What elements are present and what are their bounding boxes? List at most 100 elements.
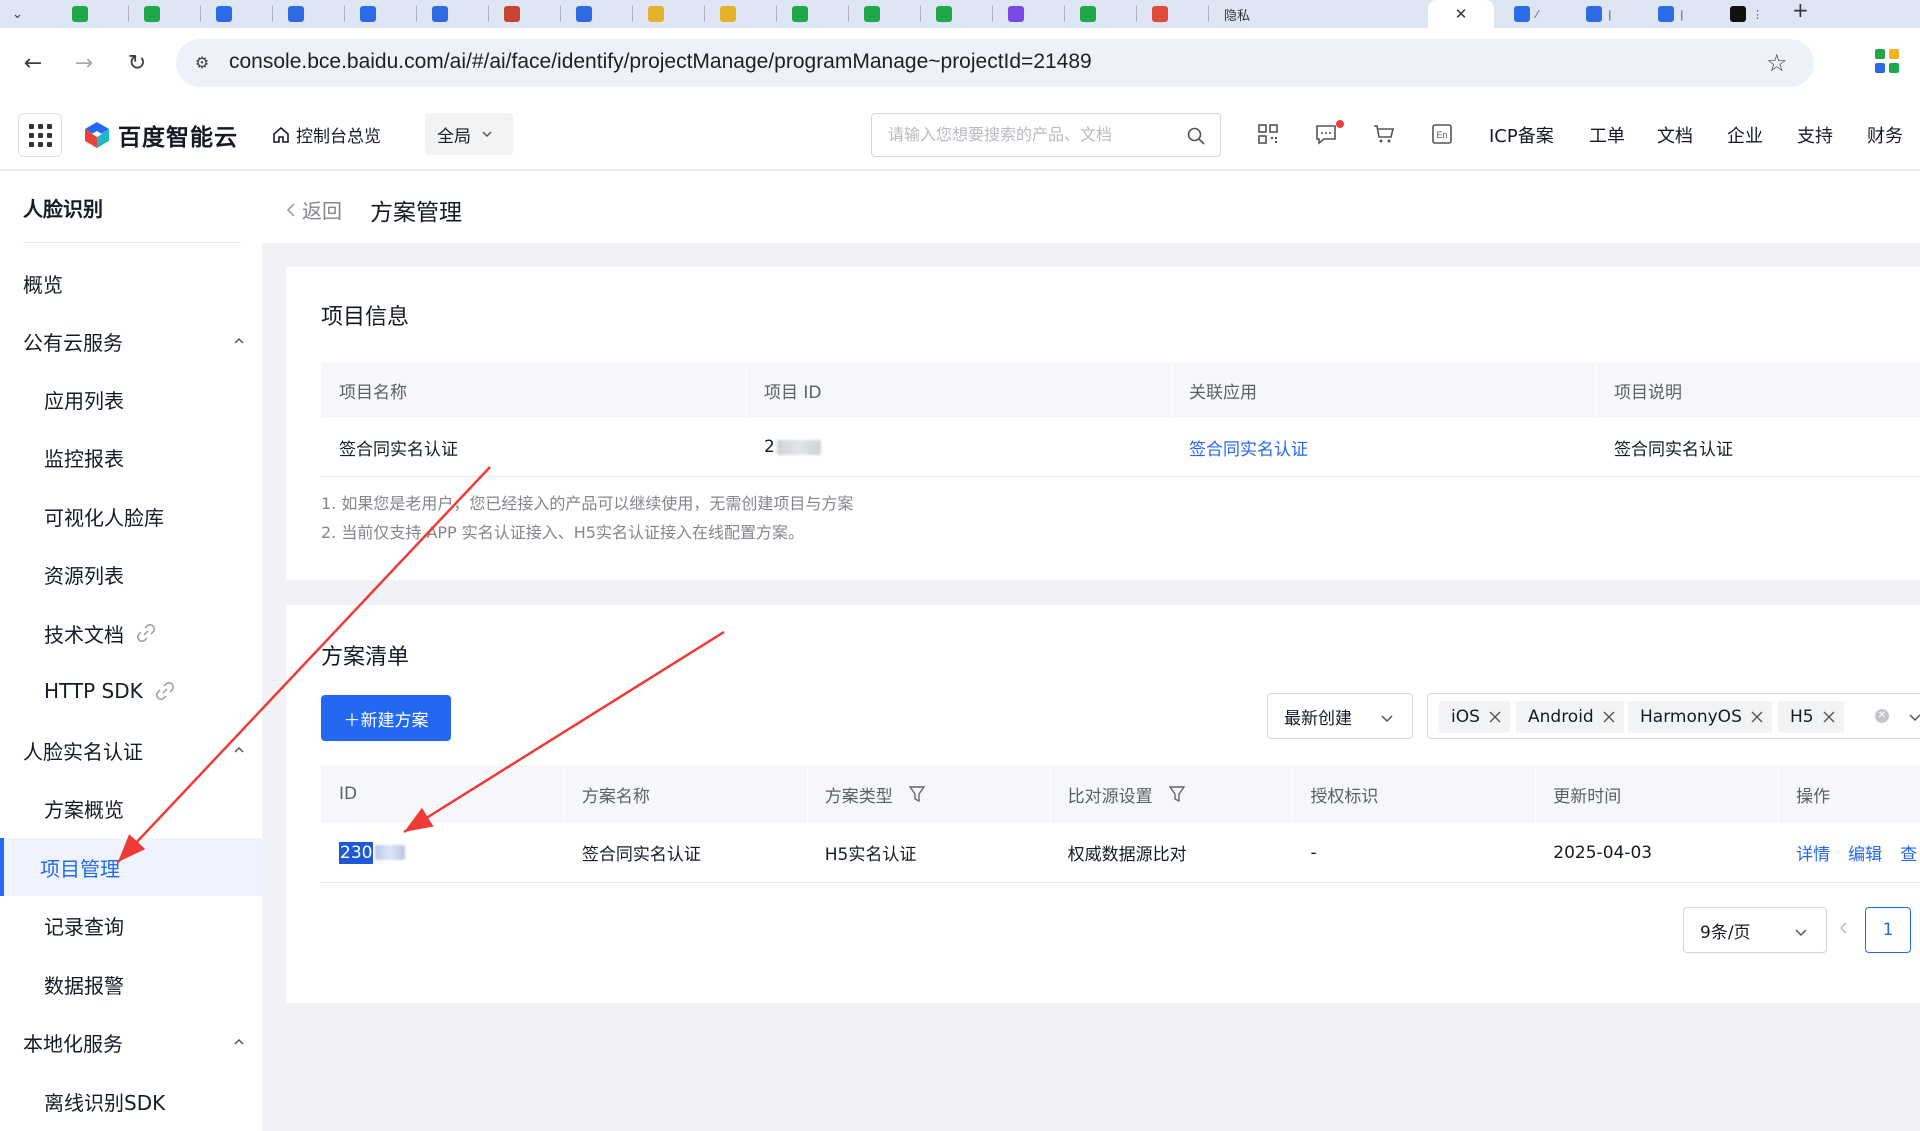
browser-tab[interactable] [922,0,958,28]
column-label: 比对源设置 [1067,786,1153,807]
browser-tab[interactable] [490,0,526,28]
browser-tab[interactable] [1138,0,1174,28]
prev-page-icon[interactable] [1834,918,1854,938]
qrcode-icon[interactable] [1256,122,1280,146]
cart-icon[interactable] [1372,122,1396,146]
app-tab-icon [504,6,520,22]
browser-tab[interactable] [778,0,814,28]
back-icon[interactable]: ← [18,48,48,78]
close-icon[interactable] [1488,710,1502,724]
notification-dot [1336,120,1344,128]
browser-tab[interactable] [1066,0,1102,28]
topbar-link-docs[interactable]: 文档 [1657,122,1693,148]
browser-tab[interactable] [562,0,598,28]
linked-app-link[interactable]: 签合同实名认证 [1171,418,1596,476]
sidebar-item-label: 本地化服务 [23,1031,123,1056]
sidebar-item-http-sdk[interactable]: HTTP SDK [0,662,262,720]
sidebar-item-records[interactable]: 记录查询 [0,896,262,954]
region-label: 全局 [437,126,471,147]
topbar-link-icp[interactable]: ICP备案 [1489,122,1554,148]
sidebar-group-face-realname[interactable]: 人脸实名认证 [0,721,262,779]
search-icon[interactable] [1186,126,1206,146]
tab-baidu-1[interactable]: ⁄ [1500,0,1538,28]
close-icon[interactable] [1750,710,1764,724]
sidebar-item-offline-sdk[interactable]: 离线识别SDK [0,1072,262,1130]
browser-tab[interactable] [346,0,382,28]
browser-tab[interactable] [58,0,94,28]
chevron-left-icon [286,202,295,217]
product-menu-button[interactable] [18,113,62,157]
clear-icon[interactable]: ✕ [1875,709,1889,723]
browser-tab[interactable] [994,0,1030,28]
view-link[interactable]: 查 [1900,840,1917,865]
close-icon[interactable] [1822,710,1836,724]
tab-ai[interactable]: ⋮ [1716,0,1763,28]
console-home-link[interactable]: 控制台总览 [272,122,381,147]
edit-link[interactable]: 编辑 [1848,840,1882,865]
browser-tab[interactable] [706,0,742,28]
sidebar-item-resources[interactable]: 资源列表 [0,545,262,603]
region-select[interactable]: 全局 [425,113,513,155]
platform-filter-select[interactable]: iOS Android HarmonyOS H5 ✕ [1427,693,1920,739]
page-size-select[interactable]: 9条/页 [1683,907,1827,953]
tab-baidu-3[interactable]: | [1644,0,1684,28]
forward-icon[interactable]: → [69,48,99,78]
reload-icon[interactable]: ↻ [122,48,152,78]
tab-privacy[interactable]: 隐私 [1210,0,1290,28]
browser-tab[interactable] [850,0,886,28]
topbar-link-support[interactable]: 支持 [1797,122,1833,148]
home-label: 控制台总览 [296,127,381,147]
back-link[interactable]: 返回 [284,195,342,224]
close-tab-icon[interactable]: ✕ [1455,5,1468,23]
sidebar-item-app-list[interactable]: 应用列表 [0,370,262,428]
address-bar[interactable]: ⚙ console.bce.baidu.com/ai/#/ai/face/ide… [176,39,1814,87]
detail-link[interactable]: 详情 [1796,840,1830,865]
browser-tab[interactable] [634,0,670,28]
language-icon[interactable]: En [1430,122,1454,146]
close-icon[interactable] [1602,710,1616,724]
tab-title: 隐私 [1224,8,1251,24]
topbar-link-ticket[interactable]: 工单 [1589,122,1625,148]
page-number-current[interactable]: 1 [1865,907,1911,953]
logo-text: 百度智能云 [118,125,238,151]
sidebar-item-overview[interactable]: 概览 [0,254,262,312]
bookmark-star-icon[interactable]: ☆ [1766,49,1788,77]
new-tab-button[interactable]: + [1792,0,1809,20]
tab-baidu-2[interactable]: | [1572,0,1612,28]
sidebar-group-public-cloud[interactable]: 公有云服务 [0,312,262,370]
new-plan-button[interactable]: ＋新建方案 [321,695,451,741]
sidebar-item-tech-docs[interactable]: 技术文档 [0,604,262,662]
tab-search-icon[interactable]: ⌄ [12,0,23,28]
browser-tab[interactable] [202,0,238,28]
sidebar-item-face-library[interactable]: 可视化人脸库 [0,487,262,545]
extension-icon[interactable] [1874,48,1900,74]
filter-icon[interactable] [908,785,925,803]
browser-tab[interactable] [274,0,310,28]
sidebar-group-local[interactable]: 本地化服务 [0,1013,262,1071]
browser-tab[interactable] [130,0,166,28]
plan-id[interactable]: 230 [321,823,564,882]
sidebar-item-plan-overview[interactable]: 方案概览 [0,779,262,837]
message-icon[interactable] [1314,122,1338,146]
tab-active[interactable]: ✕ [1428,0,1494,28]
sidebar-title: 人脸识别 [23,197,103,221]
topbar-link-enterprise[interactable]: 企业 [1727,122,1763,148]
baidu-cloud-tab-icon [1586,6,1602,22]
external-link-icon [155,682,174,700]
chart-tab-icon [288,6,304,22]
topbar-link-finance[interactable]: 财务 [1867,122,1903,148]
section-title: 方案清单 [321,645,410,670]
doc-tab-icon [1152,6,1168,22]
site-info-icon[interactable]: ⚙ [190,51,214,75]
browser-tab[interactable] [418,0,454,28]
plan-actions: 详情 编辑 查 [1778,823,1920,882]
project-id: 2 [746,418,1171,476]
filter-icon[interactable] [1168,785,1185,803]
baidu-cloud-logo[interactable]: 百度智能云 [82,118,238,152]
sidebar-item-monitor[interactable]: 监控报表 [0,428,262,486]
sidebar-item-project-manage[interactable]: 项目管理 [0,838,262,896]
sidebar-item-data-alarm[interactable]: 数据报警 [0,955,262,1013]
sort-select[interactable]: 最新创建 [1267,693,1413,739]
url-text[interactable]: console.bce.baidu.com/ai/#/ai/face/ident… [229,50,1092,74]
search-input[interactable] [888,125,1168,144]
